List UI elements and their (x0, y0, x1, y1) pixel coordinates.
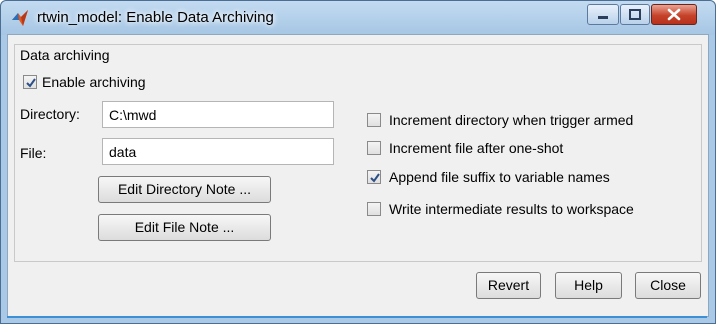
write-intermediate-label: Write intermediate results to workspace (389, 201, 634, 217)
enable-archiving-checkbox[interactable] (23, 75, 37, 89)
directory-input[interactable] (102, 101, 334, 128)
append-suffix-label: Append file suffix to variable names (389, 169, 610, 185)
revert-button[interactable]: Revert (476, 272, 541, 299)
checkmark-icon (26, 78, 36, 88)
minimize-icon (598, 16, 608, 19)
group-label: Data archiving (20, 47, 110, 63)
edit-file-note-button[interactable]: Edit File Note ... (98, 214, 271, 241)
maximize-icon (629, 9, 641, 20)
minimize-button[interactable] (587, 4, 619, 25)
append-suffix-checkbox[interactable] (367, 170, 381, 184)
close-button[interactable]: Close (635, 272, 701, 299)
increment-directory-checkbox[interactable] (367, 113, 381, 127)
matlab-icon (11, 9, 29, 27)
window-bottom-border (7, 316, 707, 318)
increment-file-label: Increment file after one-shot (389, 140, 564, 156)
maximize-button[interactable] (620, 4, 650, 25)
file-input[interactable] (102, 138, 334, 165)
file-label: File: (20, 145, 47, 161)
enable-archiving-label: Enable archiving (42, 74, 146, 90)
write-intermediate-checkbox[interactable] (367, 202, 381, 216)
edit-directory-note-button[interactable]: Edit Directory Note ... (98, 176, 271, 203)
increment-file-checkbox[interactable] (367, 141, 381, 155)
close-icon (667, 8, 681, 21)
increment-directory-label: Increment directory when trigger armed (389, 112, 634, 128)
window-title: rtwin_model: Enable Data Archiving (37, 9, 274, 26)
help-button[interactable]: Help (555, 272, 622, 299)
close-window-button[interactable] (651, 4, 697, 25)
checkmark-icon (370, 173, 380, 183)
title-bar[interactable]: rtwin_model: Enable Data Archiving (1, 1, 715, 35)
directory-label: Directory: (20, 106, 80, 122)
